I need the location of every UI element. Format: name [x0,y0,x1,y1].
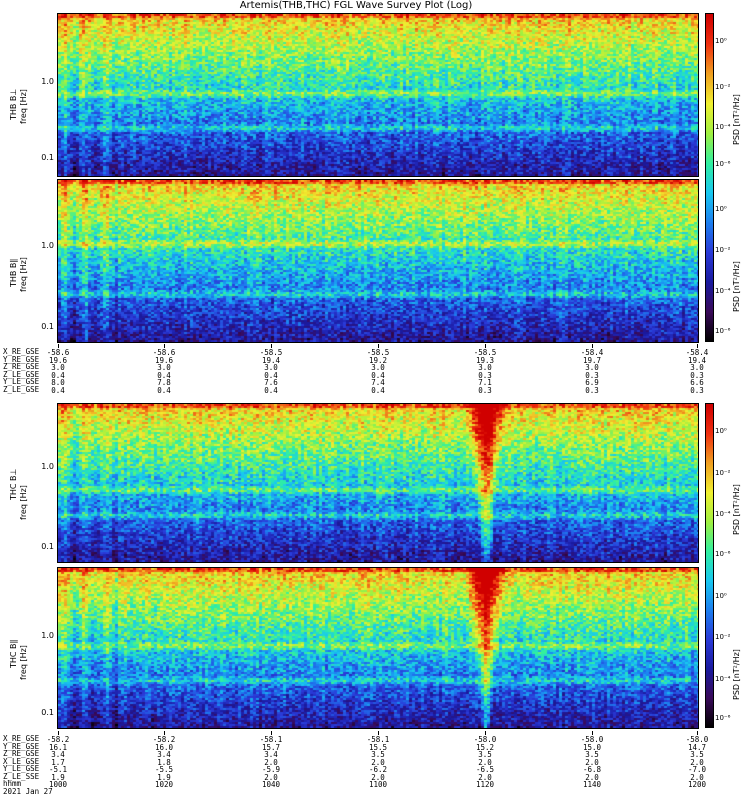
annotation-value: 0.3 [478,385,492,395]
colorbar-label: PSD [nT²/Hz] [732,484,741,535]
spectrogram-thb-bpar [58,180,698,342]
colorbar-tick: 10⁰ [715,37,727,45]
colorbar-gradient [706,14,713,341]
colorbar-tick: 10⁰ [715,205,727,213]
ytick-label: 1.0 [41,462,54,471]
ytick-label: 0.1 [41,322,54,331]
annotation-row-label: 2021 Jan 27 [3,786,53,796]
ylabel-freq: freq [Hz] [19,89,28,124]
ytick-label: 0.1 [41,542,54,551]
ytick-label: 1.0 [41,77,54,86]
annotation-value: 1020 [154,780,174,789]
colorbar-tick: 10⁻² [715,469,731,477]
colorbar-tick: 10⁻⁶ [715,327,731,335]
ylabel-freq: freq [Hz] [19,257,28,292]
page-title: Artemis(THB,THC) FGL Wave Survey Plot (L… [239,0,473,11]
annotation-value: 0.4 [157,385,171,395]
ylabel-probe: THB B∥ [9,258,18,287]
colorbar-label: PSD [nT²/Hz] [732,261,741,312]
colorbar-tick: 10⁻⁶ [715,160,731,168]
ylabel-freq: freq [Hz] [19,485,28,520]
annotation-value: 1040 [261,780,281,789]
heatmap-canvas [58,14,698,176]
annotation-row-label: Z_LE_GSE [3,384,40,394]
annotation-value: 1140 [582,780,602,789]
ytick-label: 1.0 [41,631,54,640]
annotation-value: 0.3 [690,385,704,395]
time-tick [592,344,593,348]
annotation-value: 1200 [687,780,707,789]
annotation-value: 0.3 [585,385,599,395]
ylabel-probe: THB B⊥ [9,88,18,120]
ylabel-freq: freq [Hz] [19,645,28,680]
colorbar-tick: 10⁻⁶ [715,550,731,558]
time-tick [164,731,165,735]
annotation-value: 0.4 [371,385,385,395]
ytick-label: 0.1 [41,708,54,717]
colorbar-tick: 10⁻⁴ [715,123,731,131]
annotation-value: 1100 [368,780,388,789]
colorbar-label: PSD [nT²/Hz] [732,94,741,145]
time-tick [164,344,165,348]
colorbar-tick: 10⁻⁴ [715,510,731,518]
colorbar-tick: 10⁰ [715,592,727,600]
time-tick [378,344,379,348]
heatmap-canvas [58,568,698,728]
annotation-value: 0.4 [51,385,65,395]
ytick-label: 1.0 [41,241,54,250]
time-tick [271,344,272,348]
time-tick [271,731,272,735]
colorbar-tick: 10⁻⁴ [715,287,731,295]
colorbar-thb [705,13,714,342]
colorbar-label: PSD [nT²/Hz] [732,649,741,700]
time-tick [697,344,698,348]
time-tick [592,731,593,735]
spectrogram-thc-bperp [58,404,698,562]
colorbar-tick: 10⁻² [715,246,731,254]
annotation-value: 1120 [475,780,495,789]
colorbar-tick: 10⁻⁴ [715,675,731,683]
ylabel-probe: THC B∥ [9,639,18,668]
spectrogram-thb-bperp [58,14,698,176]
annotation-value: 0.4 [264,385,278,395]
ylabel-probe: THC B⊥ [9,468,18,501]
heatmap-canvas [58,404,698,562]
spectrogram-thc-bpar [58,568,698,728]
time-tick [378,731,379,735]
time-tick [485,731,486,735]
time-tick [58,344,59,348]
heatmap-canvas [58,180,698,342]
colorbar-tick: 10⁻² [715,633,731,641]
time-tick [485,344,486,348]
colorbar-gradient [706,404,713,727]
colorbar-thc [705,403,714,728]
time-tick [697,731,698,735]
colorbar-tick: 10⁻⁶ [715,714,731,722]
colorbar-tick: 10⁰ [715,427,727,435]
colorbar-tick: 10⁻² [715,83,731,91]
ytick-label: 0.1 [41,153,54,162]
time-tick [58,731,59,735]
annotation-value: 1000 [48,780,68,789]
